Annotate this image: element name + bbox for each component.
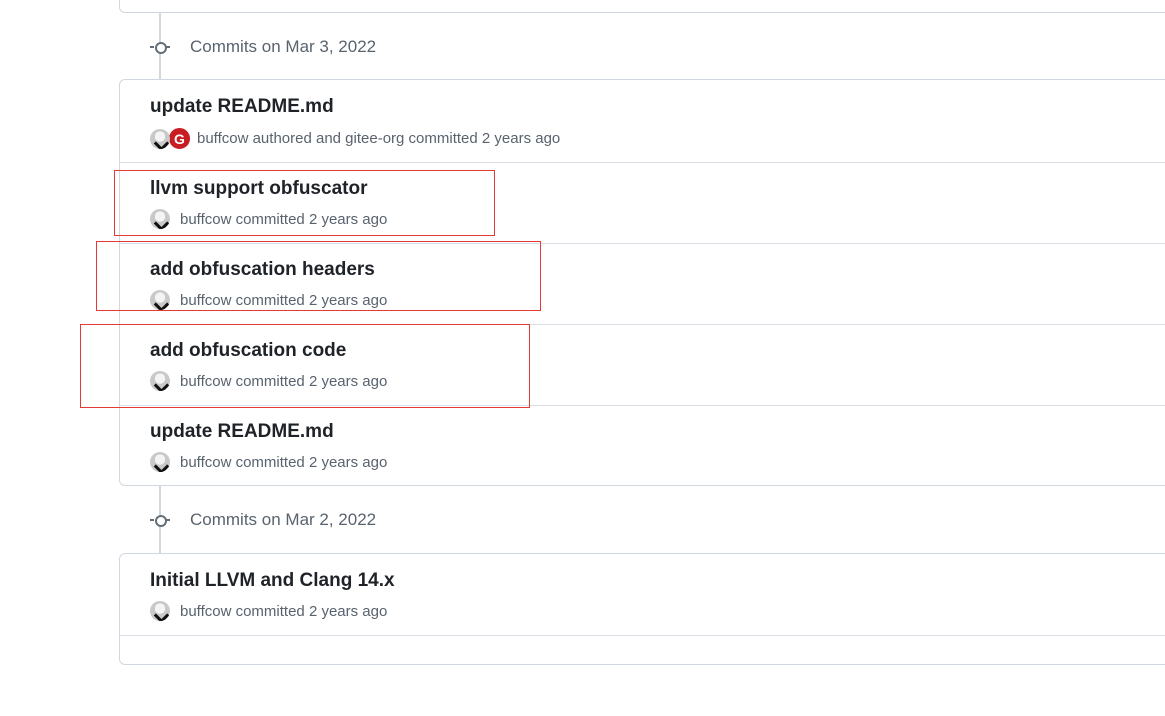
commit-meta: G buffcow authored and gitee-org committ… xyxy=(150,127,560,150)
commit-meta-text: buffcow committed 2 years ago xyxy=(180,453,388,471)
commit-meta: buffcow committed 2 years ago xyxy=(150,601,387,621)
commit-row xyxy=(120,635,1165,716)
commit-row: Initial LLVM and Clang 14.x buffcow comm… xyxy=(120,554,1165,634)
commit-message-link[interactable]: update README.md xyxy=(150,421,334,443)
commit-node-icon xyxy=(150,37,170,57)
author-avatar[interactable] xyxy=(150,128,170,149)
commit-group-label: Commits on Mar 3, 2022 xyxy=(190,37,377,56)
commit-message-link[interactable]: update README.md xyxy=(150,96,334,118)
author-avatar[interactable] xyxy=(150,452,170,472)
highlight-box xyxy=(96,241,541,311)
commit-meta-text: buffcow authored and gitee-org committed… xyxy=(197,130,561,147)
commit-group-label: Commits on Mar 2, 2022 xyxy=(190,510,377,529)
highlight-box xyxy=(114,170,495,236)
commit-row: update README.md buffcow committed 2 yea… xyxy=(120,405,1165,486)
commit-node-icon xyxy=(150,510,170,530)
previous-commit-box xyxy=(119,0,1165,13)
commit-list-box: Initial LLVM and Clang 14.x buffcow comm… xyxy=(119,553,1165,665)
commit-meta-text: buffcow committed 2 years ago xyxy=(180,602,388,620)
highlight-box xyxy=(80,324,530,408)
commit-meta: buffcow committed 2 years ago xyxy=(150,452,387,472)
gitee-avatar[interactable]: G xyxy=(168,127,191,150)
commit-message-link[interactable]: Initial LLVM and Clang 14.x xyxy=(150,570,395,592)
author-avatar[interactable] xyxy=(150,601,170,621)
commit-row: update README.md G buffcow authored and … xyxy=(120,80,1165,162)
